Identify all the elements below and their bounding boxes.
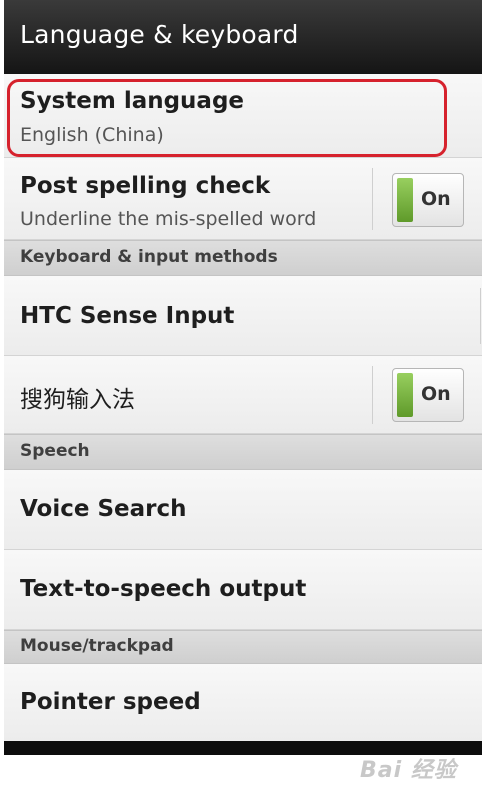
section-keyboard-input: Keyboard & input methods <box>4 240 482 276</box>
settings-screen: Language & keyboard System language Engl… <box>4 0 482 755</box>
sogou-toggle[interactable]: On <box>392 368 464 422</box>
tts-title: Text-to-speech output <box>20 576 307 602</box>
voice-search-title: Voice Search <box>20 496 187 522</box>
setting-voice-search[interactable]: Voice Search <box>4 470 482 550</box>
setting-post-spelling-check[interactable]: Post spelling check Underline the mis-sp… <box>4 158 482 240</box>
section-mouse-trackpad: Mouse/trackpad <box>4 630 482 664</box>
setting-pointer-speed[interactable]: Pointer speed <box>4 664 482 742</box>
setting-text-to-speech[interactable]: Text-to-speech output <box>4 550 482 630</box>
row-divider <box>372 168 373 230</box>
pointer-speed-title: Pointer speed <box>20 689 201 715</box>
row-divider <box>372 366 373 424</box>
row-divider <box>480 288 481 344</box>
watermark-text: Bai 经验 <box>360 758 457 783</box>
toggle-on-indicator <box>397 178 413 222</box>
post-spelling-toggle[interactable]: On <box>392 173 464 227</box>
toggle-label: On <box>421 383 451 405</box>
post-spelling-title: Post spelling check <box>20 173 271 199</box>
toggle-on-indicator <box>397 373 413 417</box>
toggle-label: On <box>421 188 451 210</box>
highlight-annotation <box>7 79 447 157</box>
sogou-title: 搜狗输入法 <box>20 387 135 413</box>
post-spelling-subtitle: Underline the mis-spelled word <box>20 208 317 230</box>
page-title: Language & keyboard <box>20 20 299 49</box>
setting-sogou-input[interactable]: 搜狗输入法 On <box>4 356 482 434</box>
setting-htc-sense-input[interactable]: HTC Sense Input <box>4 276 482 356</box>
section-speech-label: Speech <box>20 441 90 461</box>
section-speech: Speech <box>4 434 482 470</box>
section-keyboard-label: Keyboard & input methods <box>20 247 278 267</box>
title-bar: Language & keyboard <box>4 0 482 74</box>
section-mouse-label: Mouse/trackpad <box>20 636 174 656</box>
htc-sense-title: HTC Sense Input <box>20 303 235 329</box>
